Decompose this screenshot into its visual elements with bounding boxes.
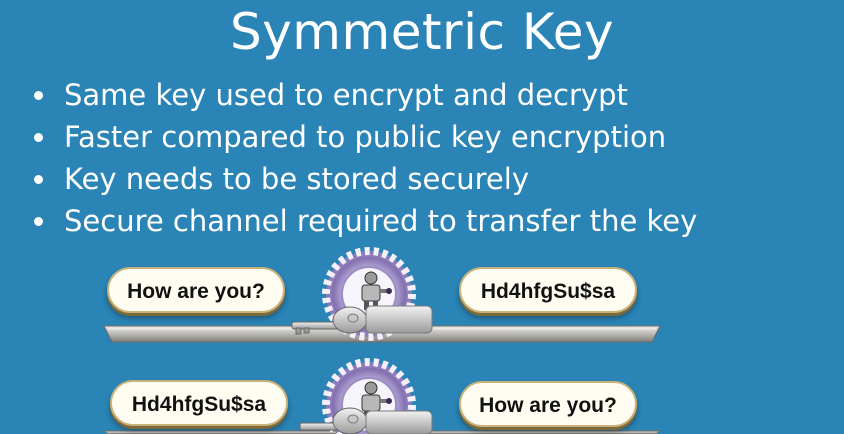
bullet-text: Secure channel required to transfer the … — [64, 204, 698, 238]
robot-icon — [361, 381, 392, 420]
bullet-text: Faster compared to public key encryption — [64, 120, 667, 154]
key-icon — [299, 407, 368, 434]
gear-icon — [322, 247, 416, 341]
bullet-dot-icon — [34, 175, 43, 184]
cipher-box — [365, 305, 433, 334]
bullet-dot-icon — [34, 217, 43, 226]
robot-icon — [361, 271, 392, 310]
plaintext-output-bubble: How are you? — [459, 381, 637, 427]
bullet-text: Same key used to encrypt and decrypt — [64, 78, 628, 112]
slide-title: Symmetric Key — [229, 3, 615, 61]
ciphertext-output-bubble: Hd4hfgSu$sa — [459, 267, 637, 313]
bullet-dot-icon — [34, 91, 43, 100]
bullet-text: Key needs to be stored securely — [64, 162, 529, 196]
plaintext-input-bubble: How are you? — [107, 267, 285, 313]
bullet-item: Key needs to be stored securely — [34, 158, 697, 200]
bullet-item: Secure channel required to transfer the … — [34, 200, 697, 242]
conveyor-rail — [103, 325, 661, 343]
bullet-dot-icon — [34, 133, 43, 142]
key-icon — [291, 306, 368, 335]
bullet-item: Faster compared to public key encryption — [34, 116, 697, 158]
bullet-list: Same key used to encrypt and decrypt Fas… — [34, 74, 697, 242]
bullet-item: Same key used to encrypt and decrypt — [34, 74, 697, 116]
gear-icon — [322, 358, 416, 434]
cipher-box — [365, 410, 433, 434]
ciphertext-input-bubble: Hd4hfgSu$sa — [110, 380, 288, 426]
